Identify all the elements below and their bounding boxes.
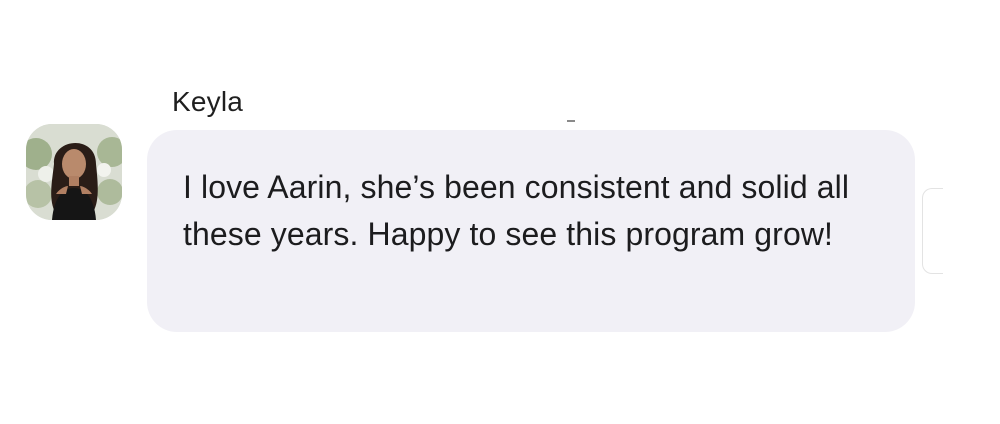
side-panel-handle[interactable] bbox=[922, 188, 943, 274]
message-bubble[interactable]: I love Aarin, she’s been consistent and … bbox=[147, 130, 915, 332]
sender-name: Keyla bbox=[172, 86, 244, 117]
chat-message-area: Keyla I love Aarin, she’s been consisten… bbox=[0, 0, 1000, 424]
person-avatar-icon bbox=[26, 124, 122, 220]
avatar[interactable] bbox=[26, 124, 122, 220]
message-text: I love Aarin, she’s been consistent and … bbox=[183, 169, 850, 252]
divider-mark bbox=[567, 120, 575, 122]
